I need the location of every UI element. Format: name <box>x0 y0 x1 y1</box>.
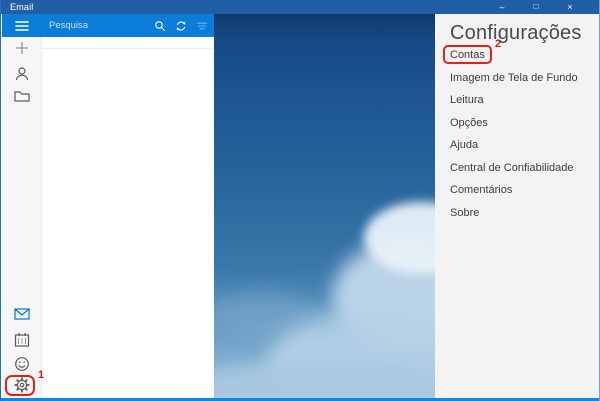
plus-icon <box>12 38 32 58</box>
folder-icon <box>12 86 32 106</box>
search-icon[interactable] <box>151 17 169 35</box>
people-button[interactable] <box>12 64 32 84</box>
sync-icon[interactable] <box>172 17 190 35</box>
window-controls: – □ × <box>485 0 587 14</box>
mail-view-button[interactable] <box>12 304 32 324</box>
calendar-icon <box>12 330 32 350</box>
settings-item-ajuda[interactable]: Ajuda <box>450 134 592 157</box>
person-icon <box>12 64 32 84</box>
gear-icon <box>12 375 32 395</box>
close-button[interactable]: × <box>553 0 587 14</box>
settings-item-leitura[interactable]: Leitura <box>450 89 592 112</box>
settings-item-imagem-de-tela-de-fundo[interactable]: Imagem de Tela de Fundo <box>450 67 592 90</box>
hamburger-icon <box>14 19 30 33</box>
folders-button[interactable] <box>12 86 32 106</box>
selection-mode-icon[interactable] <box>193 17 211 35</box>
feedback-button[interactable] <box>12 354 32 374</box>
nav-rail <box>2 37 42 398</box>
smiley-icon <box>12 354 32 374</box>
settings-button[interactable] <box>12 375 32 395</box>
cloud-haze <box>214 362 435 398</box>
mail-icon <box>12 304 32 324</box>
settings-item-central-de-confiabilidade[interactable]: Central de Confiabilidade <box>450 157 592 180</box>
settings-panel-title: Configurações <box>450 22 582 45</box>
search-input[interactable]: Pesquisa <box>42 14 214 37</box>
minimize-button[interactable]: – <box>485 0 519 14</box>
window-title: Email <box>10 2 34 12</box>
settings-list: Contas Imagem de Tela de Fundo Leitura O… <box>450 44 592 224</box>
settings-item-opcoes[interactable]: Opções <box>450 112 592 135</box>
maximize-button[interactable]: □ <box>519 0 553 14</box>
settings-panel: Configurações Contas Imagem de Tela de F… <box>435 14 600 398</box>
list-divider <box>42 48 214 49</box>
settings-item-contas[interactable]: Contas <box>450 44 592 67</box>
titlebar: Email – □ × <box>1 0 600 14</box>
settings-item-comentarios[interactable]: Comentários <box>450 179 592 202</box>
calendar-view-button[interactable] <box>12 330 32 350</box>
new-mail-button[interactable] <box>12 38 32 58</box>
message-list-pane <box>42 37 214 398</box>
folder-pane-header: Pesquisa <box>2 14 214 37</box>
search-placeholder: Pesquisa <box>49 20 148 31</box>
hamburger-menu-button[interactable] <box>2 14 42 37</box>
mail-app-window: Email – □ × Pesquisa <box>0 0 600 401</box>
settings-item-sobre[interactable]: Sobre <box>450 202 592 225</box>
background-wallpaper <box>214 14 435 398</box>
